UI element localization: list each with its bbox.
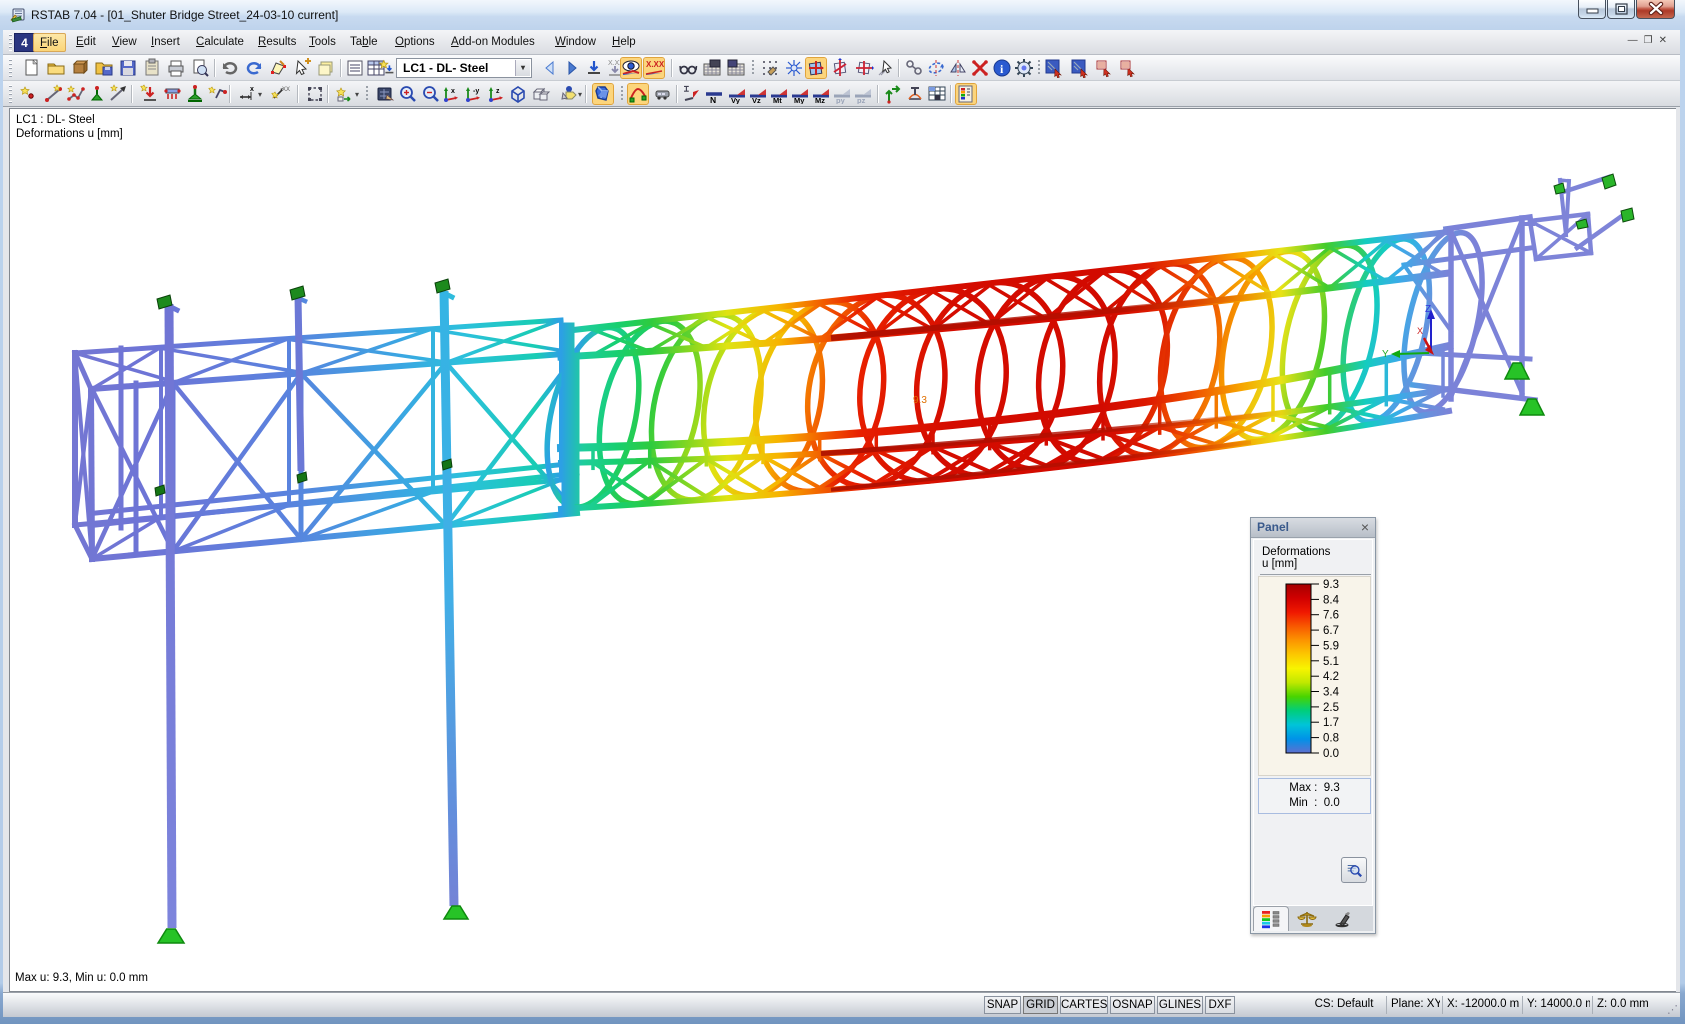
svg-text:Y: Y	[1382, 349, 1389, 360]
svg-text:Z: Z	[1425, 304, 1431, 315]
svg-text:9.3: 9.3	[913, 395, 927, 406]
svg-text:X: X	[1417, 326, 1423, 336]
